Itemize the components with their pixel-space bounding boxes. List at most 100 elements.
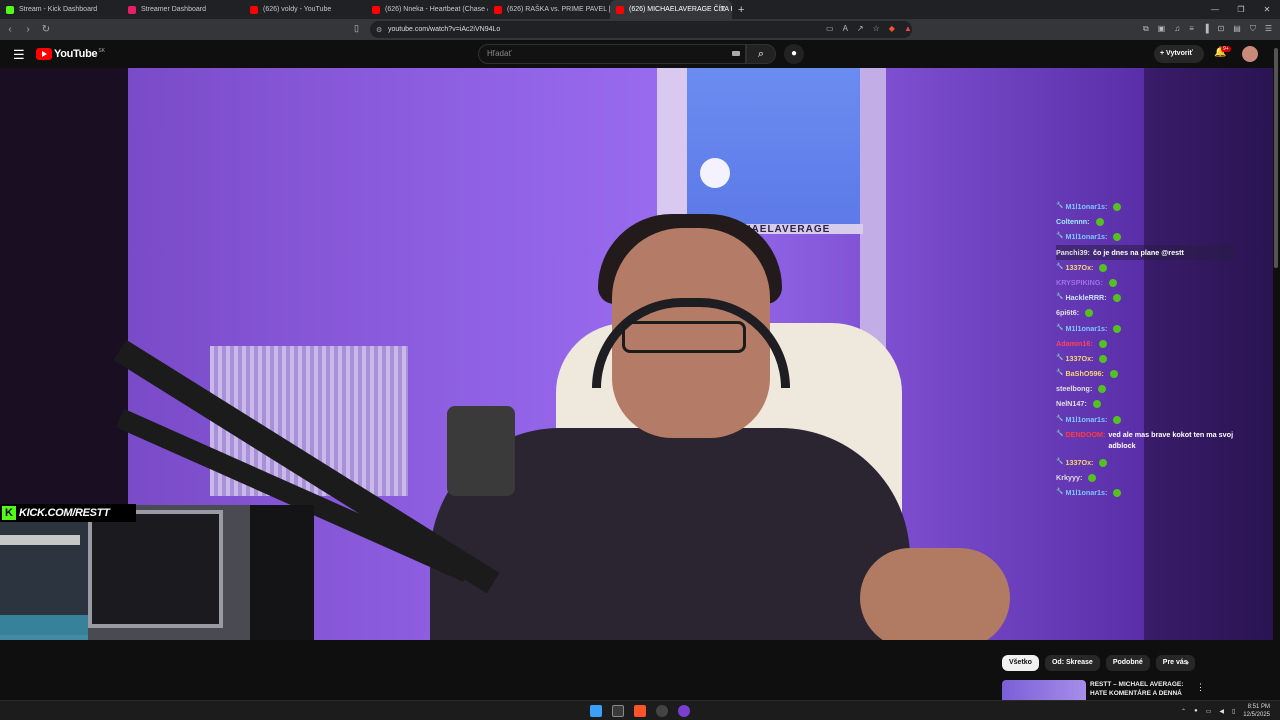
- filter-chip[interactable]: Od: Skrease: [1044, 655, 1100, 671]
- wallet-icon[interactable]: ▤: [1233, 24, 1241, 34]
- microphone: [447, 406, 515, 496]
- tab-search-icon[interactable]: ⊡: [1218, 24, 1225, 34]
- chips-next-icon[interactable]: ›: [1186, 657, 1189, 667]
- chat-message: 🔧 M1l1onar1s:: [1056, 199, 1236, 214]
- forward-icon[interactable]: ›: [20, 24, 36, 35]
- chat-message: KRYSPIKING:: [1056, 275, 1236, 290]
- reload-icon[interactable]: ↻: [38, 24, 54, 35]
- minimize-icon[interactable]: —: [1202, 0, 1228, 19]
- check-emote-icon: [1113, 489, 1122, 498]
- check-emote-icon: [1113, 324, 1122, 333]
- related-video-thumbnail[interactable]: [1002, 680, 1086, 700]
- filter-chip[interactable]: Podobné: [1105, 655, 1150, 671]
- new-tab-button[interactable]: +: [738, 4, 744, 16]
- chat-username: M1l1onar1s:: [1065, 323, 1108, 333]
- search-input[interactable]: Hľadať: [478, 44, 746, 64]
- chat-username: M1l1onar1s:: [1065, 202, 1108, 211]
- browser-tab[interactable]: (626) RAŠKA vs. PRIME PAVEL | Tváři: [488, 0, 610, 19]
- chat-message: Coltennn:: [1056, 214, 1236, 229]
- avatar[interactable]: [1242, 46, 1258, 62]
- window-controls: — ❐ ✕: [1202, 0, 1280, 19]
- chat-text: ved ale mas brave kokot ten ma svoj adbl…: [1108, 429, 1234, 450]
- browser-tab[interactable]: (626) MICHAELAVERAGE ČÍTA H ✕: [610, 0, 732, 19]
- chat-message: 🔧 M1l1onar1s:: [1056, 321, 1236, 336]
- chat-message: 🔧 1337Ox:: [1056, 351, 1236, 366]
- maximize-icon[interactable]: ❐: [1228, 0, 1254, 19]
- scrollbar-thumb[interactable]: [1274, 48, 1278, 268]
- chat-username: M1l1onar1s:: [1065, 232, 1108, 242]
- keyboard-icon[interactable]: [732, 51, 740, 56]
- tray-chevron-icon[interactable]: ⌃: [1181, 708, 1186, 715]
- chat-username: KRYSPIKING:: [1056, 277, 1103, 287]
- brave-shield-icon[interactable]: ◆: [889, 24, 895, 33]
- start-icon[interactable]: [590, 705, 602, 717]
- check-emote-icon: [1099, 458, 1108, 467]
- bookmark-icon[interactable]: ▯: [354, 23, 359, 34]
- brave-rewards-icon[interactable]: ▲: [904, 24, 912, 33]
- country-code: SK: [98, 48, 105, 54]
- chat-badge-icon: 🔧: [1056, 370, 1064, 377]
- check-emote-icon: [1085, 309, 1094, 318]
- battery-icon[interactable]: ▯: [1232, 708, 1235, 715]
- extension-icons: ⧉ ▣ ♫ ≡ ▐ ⊡ ▤ ⛉ ☰: [1143, 24, 1272, 34]
- check-emote-icon: [1088, 474, 1097, 482]
- chat-username: 6pi6t6:: [1056, 308, 1080, 318]
- tab-favicon-icon: [616, 5, 624, 14]
- browser-tab[interactable]: Stream - Kick Dashboard: [0, 0, 122, 19]
- chat-username: Adamin16:: [1056, 338, 1093, 348]
- kick-logo-icon: K: [2, 506, 16, 520]
- screenshot-icon[interactable]: ▣: [1158, 24, 1166, 34]
- hamburger-menu-icon[interactable]: ☰: [13, 47, 25, 63]
- more-options-icon[interactable]: ⋮: [1196, 682, 1205, 693]
- site-info-icon[interactable]: ⚙: [376, 26, 382, 34]
- menu-icon[interactable]: ☰: [1265, 24, 1272, 34]
- share-icon[interactable]: ↗: [857, 24, 864, 33]
- browser-tab[interactable]: (626) Nneka - Heartbeat (Chase & St: [366, 0, 488, 19]
- check-emote-icon: [1108, 278, 1117, 287]
- extensions-icon[interactable]: ⧉: [1143, 24, 1149, 34]
- network-icon[interactable]: ▭: [1206, 708, 1212, 715]
- check-emote-icon: [1109, 370, 1118, 379]
- chat-badge-icon: 🔧: [1056, 294, 1064, 301]
- chat-message: Adamin16:: [1056, 336, 1236, 351]
- chat-username: BaShO596:: [1065, 369, 1104, 379]
- tab-favicon-icon: [128, 5, 136, 14]
- browser-tab-strip: Stream - Kick Dashboard Streamer Dashboar…: [0, 0, 1280, 19]
- volume-icon[interactable]: ◀: [1219, 708, 1224, 715]
- translate-icon[interactable]: A: [843, 24, 848, 33]
- stream-chat-overlay: 🔧 M1l1onar1s: Coltennn: 🔧 M1l1onar1s: Panchi3…: [1056, 199, 1236, 500]
- obs-icon[interactable]: [656, 705, 668, 717]
- browser-tab[interactable]: (626) voldy - YouTube: [244, 0, 366, 19]
- brave-icon[interactable]: [634, 705, 646, 717]
- check-emote-icon: [1098, 339, 1107, 348]
- star-icon[interactable]: ☆: [873, 24, 880, 33]
- kick-handle-banner: K KICK.COM/RESTT: [0, 504, 136, 522]
- search-button[interactable]: ⌕: [746, 44, 776, 64]
- chat-message: NelN147:: [1056, 396, 1236, 411]
- close-window-icon[interactable]: ✕: [1254, 0, 1280, 19]
- back-icon[interactable]: ‹: [2, 24, 18, 35]
- youtube-logo[interactable]: YouTube SK: [36, 48, 105, 60]
- cast-icon[interactable]: ▭: [826, 24, 834, 33]
- filter-chip[interactable]: Všetko: [1002, 655, 1039, 671]
- clock[interactable]: 8:51 PM 12/5/2025: [1243, 703, 1270, 719]
- streamer-arm: [860, 548, 1010, 640]
- clock-time: 8:51 PM: [1247, 704, 1270, 710]
- sidebar-icon[interactable]: ▐: [1203, 24, 1209, 34]
- mic-tray-icon[interactable]: ●: [1194, 708, 1198, 714]
- voice-search-button[interactable]: ●: [784, 44, 804, 64]
- related-video-title[interactable]: RESTT – MICHAEL AVERAGE: HATE KOMENTÁRE …: [1090, 680, 1190, 698]
- tab-label: (626) RAŠKA vs. PRIME PAVEL | Tváři: [507, 6, 610, 13]
- app-icon[interactable]: [678, 705, 690, 717]
- media-icon[interactable]: ♫: [1174, 24, 1180, 34]
- chat-username: steelbong:: [1056, 384, 1093, 394]
- youtube-header: ☰ YouTube SK Hľadať ⌕ ● + Vytvoriť 🔔 9+: [0, 40, 1280, 68]
- create-button[interactable]: + Vytvoriť: [1154, 45, 1204, 63]
- browser-tab[interactable]: Streamer Dashboard: [122, 0, 244, 19]
- task-view-icon[interactable]: [612, 705, 624, 717]
- close-tab-icon[interactable]: ✕: [719, 5, 726, 14]
- page-scrollbar[interactable]: [1273, 40, 1280, 700]
- tab-favicon-icon: [494, 5, 502, 14]
- reading-list-icon[interactable]: ≡: [1189, 24, 1194, 34]
- vpn-icon[interactable]: ⛉: [1250, 24, 1256, 34]
